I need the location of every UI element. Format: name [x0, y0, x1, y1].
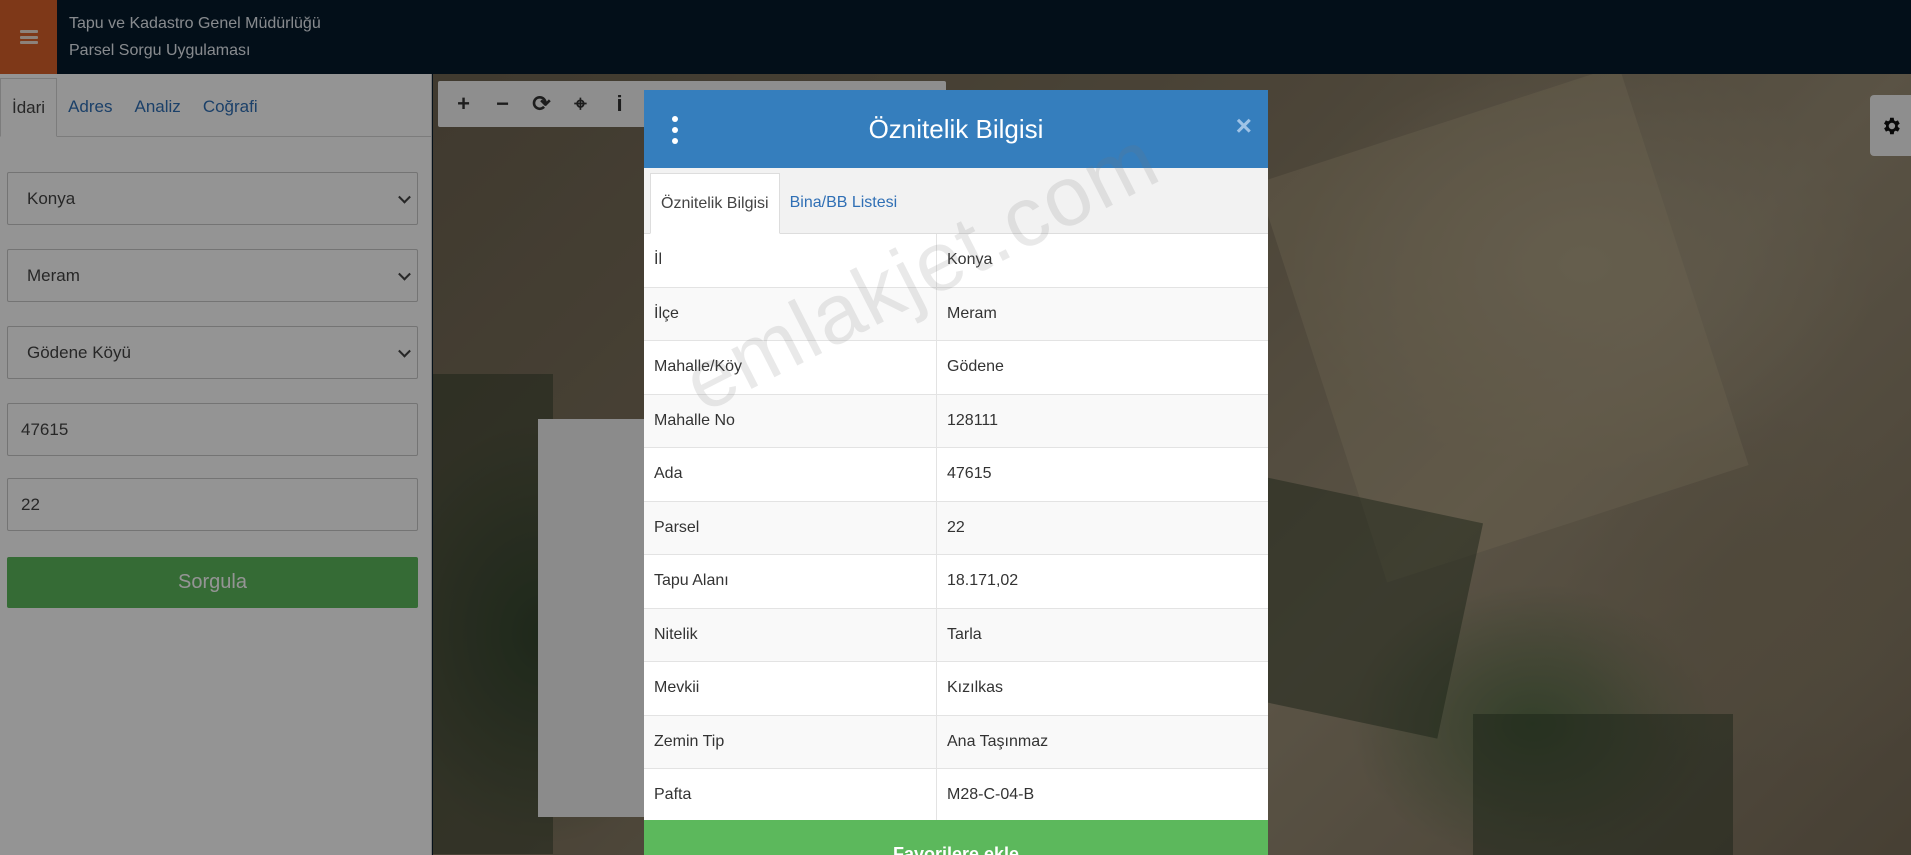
row-key: Mahalle/Köy [644, 341, 937, 394]
row-value: M28-C-04-B [947, 786, 1035, 804]
row-value: Konya [947, 251, 993, 269]
tab-bina-bb-listesi[interactable]: Bina/BB Listesi [780, 173, 908, 233]
row-key: Nitelik [644, 608, 937, 661]
row-value: Tarla [947, 625, 982, 643]
row-key: Mevkii [644, 662, 937, 715]
row-key: Pafta [644, 769, 937, 822]
table-row: İl Konya [644, 234, 1268, 288]
row-value: 47615 [947, 465, 992, 483]
modal-header: Öznitelik Bilgisi × [644, 90, 1268, 168]
row-key: Tapu Alanı [644, 555, 937, 608]
row-value: Gödene [947, 358, 1004, 376]
modal-title: Öznitelik Bilgisi [868, 113, 1044, 144]
table-row: Tapu Alanı 18.171,02 [644, 555, 1268, 609]
row-value: Kızılkas [947, 679, 1004, 697]
row-key: Ada [644, 448, 937, 501]
table-row: Mahalle/Köy Gödene [644, 341, 1268, 395]
row-key: Mahalle No [644, 394, 937, 447]
row-key: Zemin Tip [644, 715, 937, 768]
row-key: Parsel [644, 501, 937, 554]
modal-tabs: Öznitelik Bilgisi Bina/BB Listesi [644, 168, 1268, 234]
tab-oznitelik[interactable]: Öznitelik Bilgisi [650, 173, 780, 234]
row-value: Ana Taşınmaz [947, 732, 1049, 750]
table-row: Nitelik Tarla [644, 608, 1268, 662]
table-row: Zemin Tip Ana Taşınmaz [644, 715, 1268, 769]
row-value: 128111 [947, 411, 999, 429]
table-row: Mevkii Kızılkas [644, 662, 1268, 716]
row-value: 22 [947, 518, 965, 536]
add-favorites-button[interactable]: Favorilere ekle [644, 820, 1268, 855]
kebab-menu-icon[interactable] [672, 116, 678, 144]
table-row: İlçe Meram [644, 287, 1268, 341]
row-key: İlçe [644, 287, 937, 340]
row-value: Meram [947, 304, 997, 322]
close-icon[interactable]: × [1236, 110, 1252, 142]
table-row: Pafta M28-C-04-B [644, 769, 1268, 823]
table-row: Mahalle No 128111 [644, 394, 1268, 448]
row-value: 18.171,02 [947, 572, 1019, 590]
table-row: Parsel 22 [644, 501, 1268, 555]
table-row: Ada 47615 [644, 448, 1268, 502]
attribute-table: İl Konya İlçe Meram Mahalle/Köy Gödene Maha… [644, 234, 1268, 823]
attribute-modal: Öznitelik Bilgisi × Öznitelik Bilgisi Bi… [644, 90, 1268, 855]
row-key: İl [644, 234, 937, 287]
